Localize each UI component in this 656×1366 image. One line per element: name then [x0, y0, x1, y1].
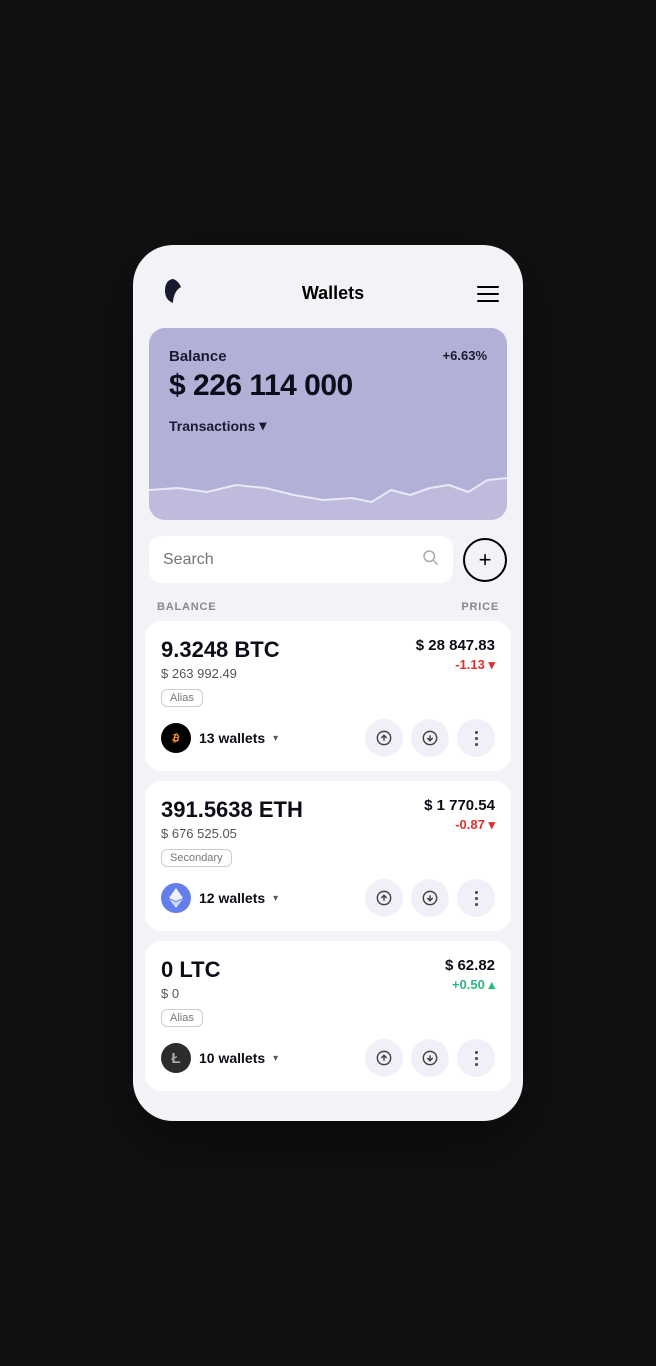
app-header: Wallets	[133, 265, 523, 328]
ltc-amount: 0 LTC	[161, 957, 220, 983]
ltc-logo: Ł	[161, 1043, 191, 1073]
eth-logo	[161, 883, 191, 913]
coin-card-ltc: 0 LTC $ 0 Alias $ 62.82 +0.50 ▴ Ł 10 wal…	[145, 941, 511, 1091]
btc-receive-button[interactable]	[411, 719, 449, 757]
btc-usd: $ 263 992.49	[161, 666, 280, 681]
search-input-wrap	[149, 536, 453, 583]
add-wallet-button[interactable]: +	[463, 538, 507, 582]
eth-chevron-icon[interactable]: ▾	[273, 893, 278, 904]
balance-percent: +6.63%	[443, 348, 487, 363]
btc-chevron-icon[interactable]: ▾	[273, 733, 278, 744]
search-input[interactable]	[163, 551, 413, 569]
page-title: Wallets	[302, 283, 364, 304]
price-column-header: PRICE	[461, 601, 499, 613]
table-header: BALANCE PRICE	[133, 591, 523, 621]
ltc-wallet-count: 10 wallets	[199, 1050, 265, 1066]
search-section: +	[133, 536, 523, 591]
ltc-usd: $ 0	[161, 986, 220, 1001]
balance-amount: $ 226 114 000	[169, 369, 487, 403]
balance-label: Balance	[169, 348, 227, 365]
coins-list: 9.3248 BTC $ 263 992.49 Alias $ 28 847.8…	[133, 621, 523, 1091]
balance-column-header: BALANCE	[157, 601, 216, 613]
ltc-receive-button[interactable]	[411, 1039, 449, 1077]
menu-button[interactable]	[477, 286, 499, 302]
eth-usd: $ 676 525.05	[161, 826, 303, 841]
btc-price: $ 28 847.83	[416, 637, 495, 654]
ltc-more-button[interactable]	[457, 1039, 495, 1077]
btc-wallet-count: 13 wallets	[199, 730, 265, 746]
btc-change: -1.13 ▾	[416, 657, 495, 673]
coin-card-eth: 391.5638 ETH $ 676 525.05 Secondary $ 1 …	[145, 781, 511, 931]
ltc-change: +0.50 ▴	[445, 977, 495, 993]
eth-tag: Secondary	[161, 849, 232, 867]
eth-amount: 391.5638 ETH	[161, 797, 303, 823]
btc-tag: Alias	[161, 689, 203, 707]
search-icon	[421, 548, 439, 571]
eth-price: $ 1 770.54	[424, 797, 495, 814]
balance-card: Balance +6.63% $ 226 114 000 Transaction…	[149, 328, 507, 520]
ltc-tag: Alias	[161, 1009, 203, 1027]
btc-amount: 9.3248 BTC	[161, 637, 280, 663]
btc-more-button[interactable]	[457, 719, 495, 757]
ltc-chevron-icon[interactable]: ▾	[273, 1053, 278, 1064]
coin-card-btc: 9.3248 BTC $ 263 992.49 Alias $ 28 847.8…	[145, 621, 511, 771]
transactions-button[interactable]: Transactions ▾	[169, 417, 487, 450]
ltc-send-button[interactable]	[365, 1039, 403, 1077]
btc-logo	[161, 723, 191, 753]
balance-chart	[149, 450, 507, 520]
ltc-price: $ 62.82	[445, 957, 495, 974]
eth-wallet-count: 12 wallets	[199, 890, 265, 906]
btc-send-button[interactable]	[365, 719, 403, 757]
eth-more-button[interactable]	[457, 879, 495, 917]
eth-change: -0.87 ▾	[424, 817, 495, 833]
app-logo	[157, 275, 189, 312]
eth-receive-button[interactable]	[411, 879, 449, 917]
eth-send-button[interactable]	[365, 879, 403, 917]
